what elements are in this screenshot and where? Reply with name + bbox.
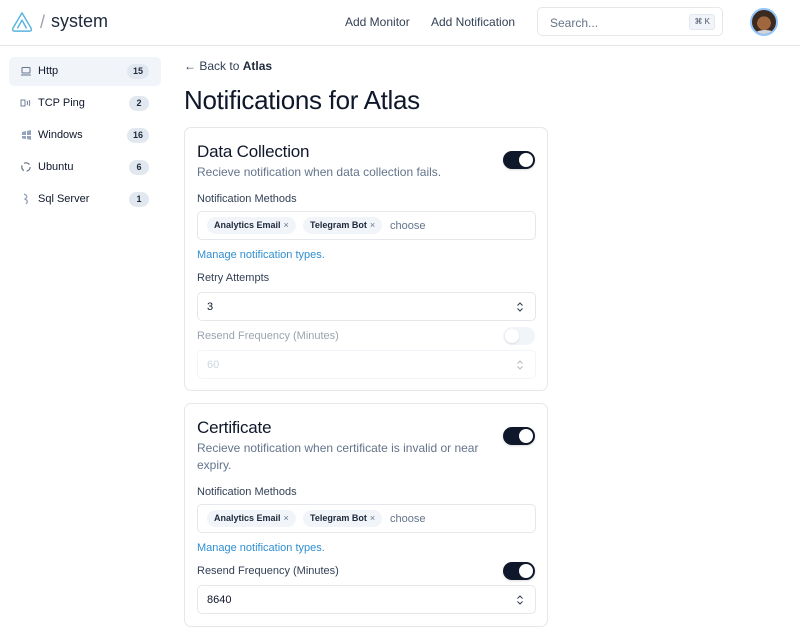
sidebar-item-windows[interactable]: Windows 16: [9, 121, 161, 150]
chip-label: Analytics Email: [214, 220, 281, 230]
retry-attempts-input[interactable]: 3: [197, 292, 536, 321]
chip-label: Telegram Bot: [310, 513, 367, 523]
sidebar: Http 15 TCP Ping 2 Windows 16 Ubuntu 6 S…: [9, 57, 161, 217]
add-notification-link[interactable]: Add Notification: [431, 15, 515, 29]
laptop-icon: [21, 67, 31, 76]
sidebar-item-http[interactable]: Http 15: [9, 57, 161, 86]
search-input[interactable]: Search... ⌘ K: [537, 7, 723, 36]
card-title: Certificate: [197, 418, 272, 437]
top-bar: / system Add Monitor Add Notification Se…: [0, 0, 800, 46]
page-title: Notifications for Atlas: [184, 85, 420, 115]
stepper-icon: [517, 360, 523, 370]
signal-icon: [20, 99, 31, 107]
sidebar-item-sql-server[interactable]: Sql Server 1: [9, 185, 161, 214]
sidebar-item-ubuntu[interactable]: Ubuntu 6: [9, 153, 161, 182]
add-monitor-link[interactable]: Add Monitor: [345, 15, 410, 29]
resend-frequency-toggle[interactable]: [503, 327, 535, 345]
card-description: Recieve notification when certificate is…: [197, 441, 479, 472]
sidebar-item-label: Http: [38, 65, 59, 77]
user-avatar[interactable]: [750, 8, 778, 36]
resend-frequency-value: 8640: [207, 594, 232, 606]
back-prefix: Back to: [199, 59, 240, 73]
notification-card-certificate: Certificate Recieve notification when ce…: [184, 403, 548, 627]
sidebar-item-tcp-ping[interactable]: TCP Ping 2: [9, 89, 161, 118]
remove-chip-icon[interactable]: ×: [284, 513, 289, 523]
logo-icon[interactable]: [11, 11, 33, 33]
resend-frequency-toggle[interactable]: [503, 562, 535, 580]
resend-frequency-label: Resend Frequency (Minutes): [197, 330, 339, 342]
sidebar-item-count: 1: [129, 192, 149, 207]
enable-toggle[interactable]: [503, 151, 535, 169]
methods-placeholder[interactable]: choose: [390, 513, 425, 525]
stepper-icon[interactable]: [515, 301, 525, 313]
card-title: Data Collection: [197, 142, 310, 161]
methods-placeholder[interactable]: choose: [390, 220, 425, 232]
windows-icon: [22, 130, 31, 140]
methods-multiselect[interactable]: Analytics Email × Telegram Bot × choose: [197, 504, 536, 533]
arrow-left-icon: ←: [184, 59, 196, 73]
manage-notification-types-link[interactable]: Manage notification types.: [197, 542, 325, 554]
methods-multiselect[interactable]: Analytics Email × Telegram Bot × choose: [197, 211, 536, 240]
sidebar-item-count: 16: [126, 128, 149, 143]
method-chip: Telegram Bot ×: [303, 217, 383, 234]
card-description: Recieve notification when data collectio…: [197, 165, 442, 179]
sidebar-item-count: 6: [129, 160, 149, 175]
sql-server-icon: [23, 193, 28, 205]
sidebar-item-label: TCP Ping: [38, 97, 85, 109]
resend-frequency-input[interactable]: 8640: [197, 585, 536, 614]
ubuntu-icon: [21, 162, 31, 172]
search-shortcut-badge: ⌘ K: [689, 14, 715, 30]
chip-label: Telegram Bot: [310, 220, 367, 230]
sidebar-item-label: Sql Server: [38, 193, 90, 205]
method-chip: Telegram Bot ×: [303, 510, 383, 527]
stepper-icon[interactable]: [515, 594, 525, 606]
remove-chip-icon[interactable]: ×: [284, 220, 289, 230]
method-chip: Analytics Email ×: [207, 510, 296, 527]
resend-frequency-value: 60: [207, 359, 220, 371]
method-chip: Analytics Email ×: [207, 217, 296, 234]
manage-notification-types-link[interactable]: Manage notification types.: [197, 249, 325, 261]
back-link[interactable]: ← Back to Atlas: [184, 59, 272, 73]
notification-card-data-collection: Data Collection Recieve notification whe…: [184, 127, 548, 391]
resend-frequency-label: Resend Frequency (Minutes): [197, 565, 339, 577]
sidebar-item-count: 15: [126, 64, 149, 79]
remove-chip-icon[interactable]: ×: [370, 220, 375, 230]
search-placeholder: Search...: [550, 16, 599, 30]
methods-label: Notification Methods: [197, 193, 297, 205]
sidebar-item-count: 2: [129, 96, 149, 111]
brand-name[interactable]: system: [51, 11, 108, 32]
enable-toggle[interactable]: [503, 427, 535, 445]
methods-label: Notification Methods: [197, 486, 297, 498]
breadcrumb-separator: /: [40, 12, 46, 32]
chip-label: Analytics Email: [214, 513, 281, 523]
resend-frequency-input[interactable]: 60: [197, 350, 536, 379]
back-target: Atlas: [242, 59, 273, 73]
sidebar-item-label: Windows: [38, 129, 83, 141]
retry-attempts-value: 3: [207, 301, 214, 313]
sidebar-item-label: Ubuntu: [38, 161, 74, 173]
remove-chip-icon[interactable]: ×: [370, 513, 375, 523]
retry-attempts-label: Retry Attempts: [197, 272, 270, 284]
